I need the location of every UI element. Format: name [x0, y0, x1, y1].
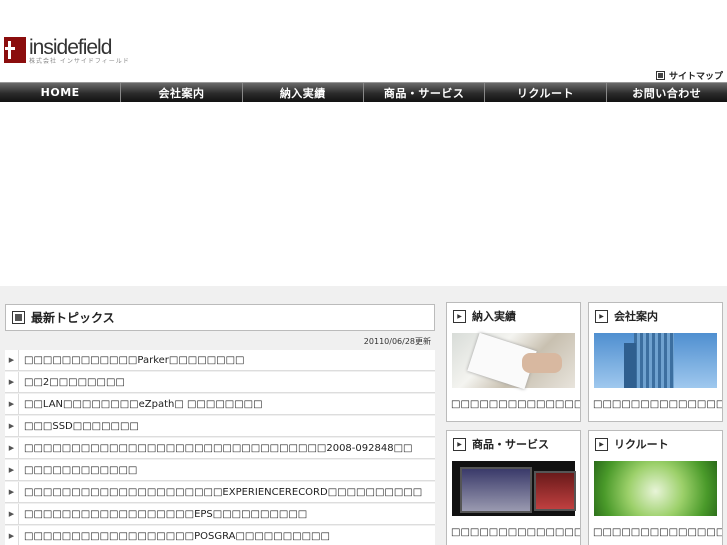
logo-mark-icon — [4, 37, 26, 63]
card-header: ▶ 商品・サービス — [447, 431, 580, 457]
topic-text[interactable]: □□□SSD□□□□□□□ — [19, 421, 139, 432]
play-icon: ▶ — [595, 309, 608, 323]
topics-title: 最新トピックス — [31, 311, 115, 325]
topics-header: 最新トピックス — [5, 304, 435, 331]
nav-item-home[interactable]: HOME — [0, 83, 122, 102]
logo-name: insidefield — [29, 36, 112, 59]
arrow-right-icon: ▶ — [5, 371, 19, 393]
topic-text[interactable]: □□□□□□□□□□□□□□□□□□□□□□□□□□□□□□□□2008-092… — [19, 443, 412, 454]
topic-item[interactable]: ▶ □□2□□□□□□□□ — [5, 371, 435, 393]
recruit-bubble-photo[interactable] — [594, 461, 717, 516]
arrow-right-icon: ▶ — [5, 481, 19, 503]
topic-text[interactable]: □□2□□□□□□□□ — [19, 377, 125, 388]
arrow-right-icon: ▶ — [5, 459, 19, 481]
arrow-right-icon: ▶ — [5, 503, 19, 525]
play-icon: ▶ — [453, 309, 466, 323]
card-header: ▶ 納入実績 — [447, 303, 580, 329]
sitemap-label: サイトマップ — [668, 72, 723, 82]
card-title: 商品・サービス — [472, 438, 549, 451]
nav-item-recruit[interactable]: リクルート — [485, 83, 607, 102]
topic-text[interactable]: □□□□□□□□□□□□□□□□□□□□□EXPERIENCERECORD□□□… — [19, 487, 422, 498]
topic-text[interactable]: □□□□□□□□□□□□□□□□□□EPS□□□□□□□□□□ — [19, 509, 307, 520]
topic-item[interactable]: ▶ □□□□□□□□□□□□□□□□□□□□□EXPERIENCERECORD□… — [5, 481, 435, 503]
topic-item[interactable]: ▶ □□□□□□□□□□□□Parker□□□□□□□□ — [5, 349, 435, 371]
topic-text[interactable]: □□LAN□□□□□□□□eZpath□ □□□□□□□□ — [19, 399, 263, 410]
arrow-right-icon: ▶ — [5, 415, 19, 437]
play-icon: ▶ — [453, 437, 466, 451]
nav-item-products[interactable]: 商品・サービス — [364, 83, 486, 102]
card-delivery[interactable]: ▶ 納入実績 □□□□□□□□□□□□□□□□□□□□□□□□ — [446, 302, 581, 422]
company-building-photo[interactable] — [594, 333, 717, 388]
topic-item[interactable]: ▶ □□□SSD□□□□□□□ — [5, 415, 435, 437]
sitemap-link[interactable]: サイトマップ — [655, 69, 723, 82]
arrow-right-icon: ▶ — [5, 525, 19, 545]
product-screens-photo[interactable] — [452, 461, 576, 516]
logo-subtitle: 株式会社 インサイドフィールド — [29, 58, 130, 65]
card-recruit[interactable]: ▶ リクルート □□□□□□□□□□□□□□□□□□□□□□□□ — [588, 430, 723, 545]
topic-text[interactable]: □□□□□□□□□□□□ — [19, 465, 137, 476]
nav-item-company[interactable]: 会社案内 — [121, 83, 243, 102]
hero-area — [0, 102, 727, 286]
arrow-right-icon: ▶ — [5, 349, 19, 371]
content-section: 最新トピックス 20110/06/28更新 ▶ □□□□□□□□□□□□Park… — [0, 286, 727, 545]
topic-item[interactable]: ▶ □□□□□□□□□□□□□□□□□□POSGRA□□□□□□□□□□ — [5, 525, 435, 545]
card-title: 会社案内 — [614, 310, 658, 323]
arrow-right-icon: ▶ — [5, 393, 19, 415]
arrow-right-icon: ▶ — [5, 437, 19, 459]
card-text[interactable]: □□□□□□□□□□□□□□□□□□ — [589, 388, 722, 428]
topic-item[interactable]: ▶ □□□□□□□□□□□□□□□□□□□□□□□□□□□□□□□□2008-0… — [5, 437, 435, 459]
card-text[interactable]: □□□□□□□□□□□□□□□□□□□□□□□□ — [589, 516, 722, 545]
play-icon: ▶ — [595, 437, 608, 451]
delivery-photo[interactable] — [452, 333, 575, 388]
topic-item[interactable]: ▶ □□LAN□□□□□□□□eZpath□ □□□□□□□□ — [5, 393, 435, 415]
card-title: リクルート — [614, 438, 669, 451]
topics-panel: 最新トピックス 20110/06/28更新 ▶ □□□□□□□□□□□□Park… — [5, 304, 435, 545]
card-company[interactable]: ▶ 会社案内 □□□□□□□□□□□□□□□□□□ — [588, 302, 723, 422]
topics-date: 20110/06/28更新 — [363, 337, 431, 346]
main-nav: HOME 会社案内 納入実績 商品・サービス リクルート お問い合わせ — [0, 82, 727, 102]
card-text[interactable]: □□□□□□□□□□□□□□□□□□□□□□□□ — [447, 388, 580, 428]
logo-text: insidefield 株式会社 インサイドフィールド — [29, 37, 130, 66]
card-header: ▶ 会社案内 — [589, 303, 722, 329]
nav-item-delivery[interactable]: 納入実績 — [243, 83, 364, 102]
nav-item-contact[interactable]: お問い合わせ — [607, 83, 727, 102]
topic-text[interactable]: □□□□□□□□□□□□□□□□□□POSGRA□□□□□□□□□□ — [19, 531, 330, 542]
topic-item[interactable]: ▶ □□□□□□□□□□□□□□□□□□EPS□□□□□□□□□□ — [5, 503, 435, 525]
topic-text[interactable]: □□□□□□□□□□□□Parker□□□□□□□□ — [19, 355, 244, 366]
card-products[interactable]: ▶ 商品・サービス □□□□□□□□□□□□□□□□□□□□□□□□ — [446, 430, 581, 545]
company-logo[interactable]: insidefield 株式会社 インサイドフィールド — [4, 37, 130, 65]
sitemap-icon — [655, 71, 665, 80]
card-title: 納入実績 — [472, 310, 516, 323]
topic-item[interactable]: ▶ □□□□□□□□□□□□ — [5, 459, 435, 481]
card-header: ▶ リクルート — [589, 431, 722, 457]
card-text[interactable]: □□□□□□□□□□□□□□□□□□□□□□□□ — [447, 516, 580, 545]
topics-icon — [12, 311, 25, 324]
